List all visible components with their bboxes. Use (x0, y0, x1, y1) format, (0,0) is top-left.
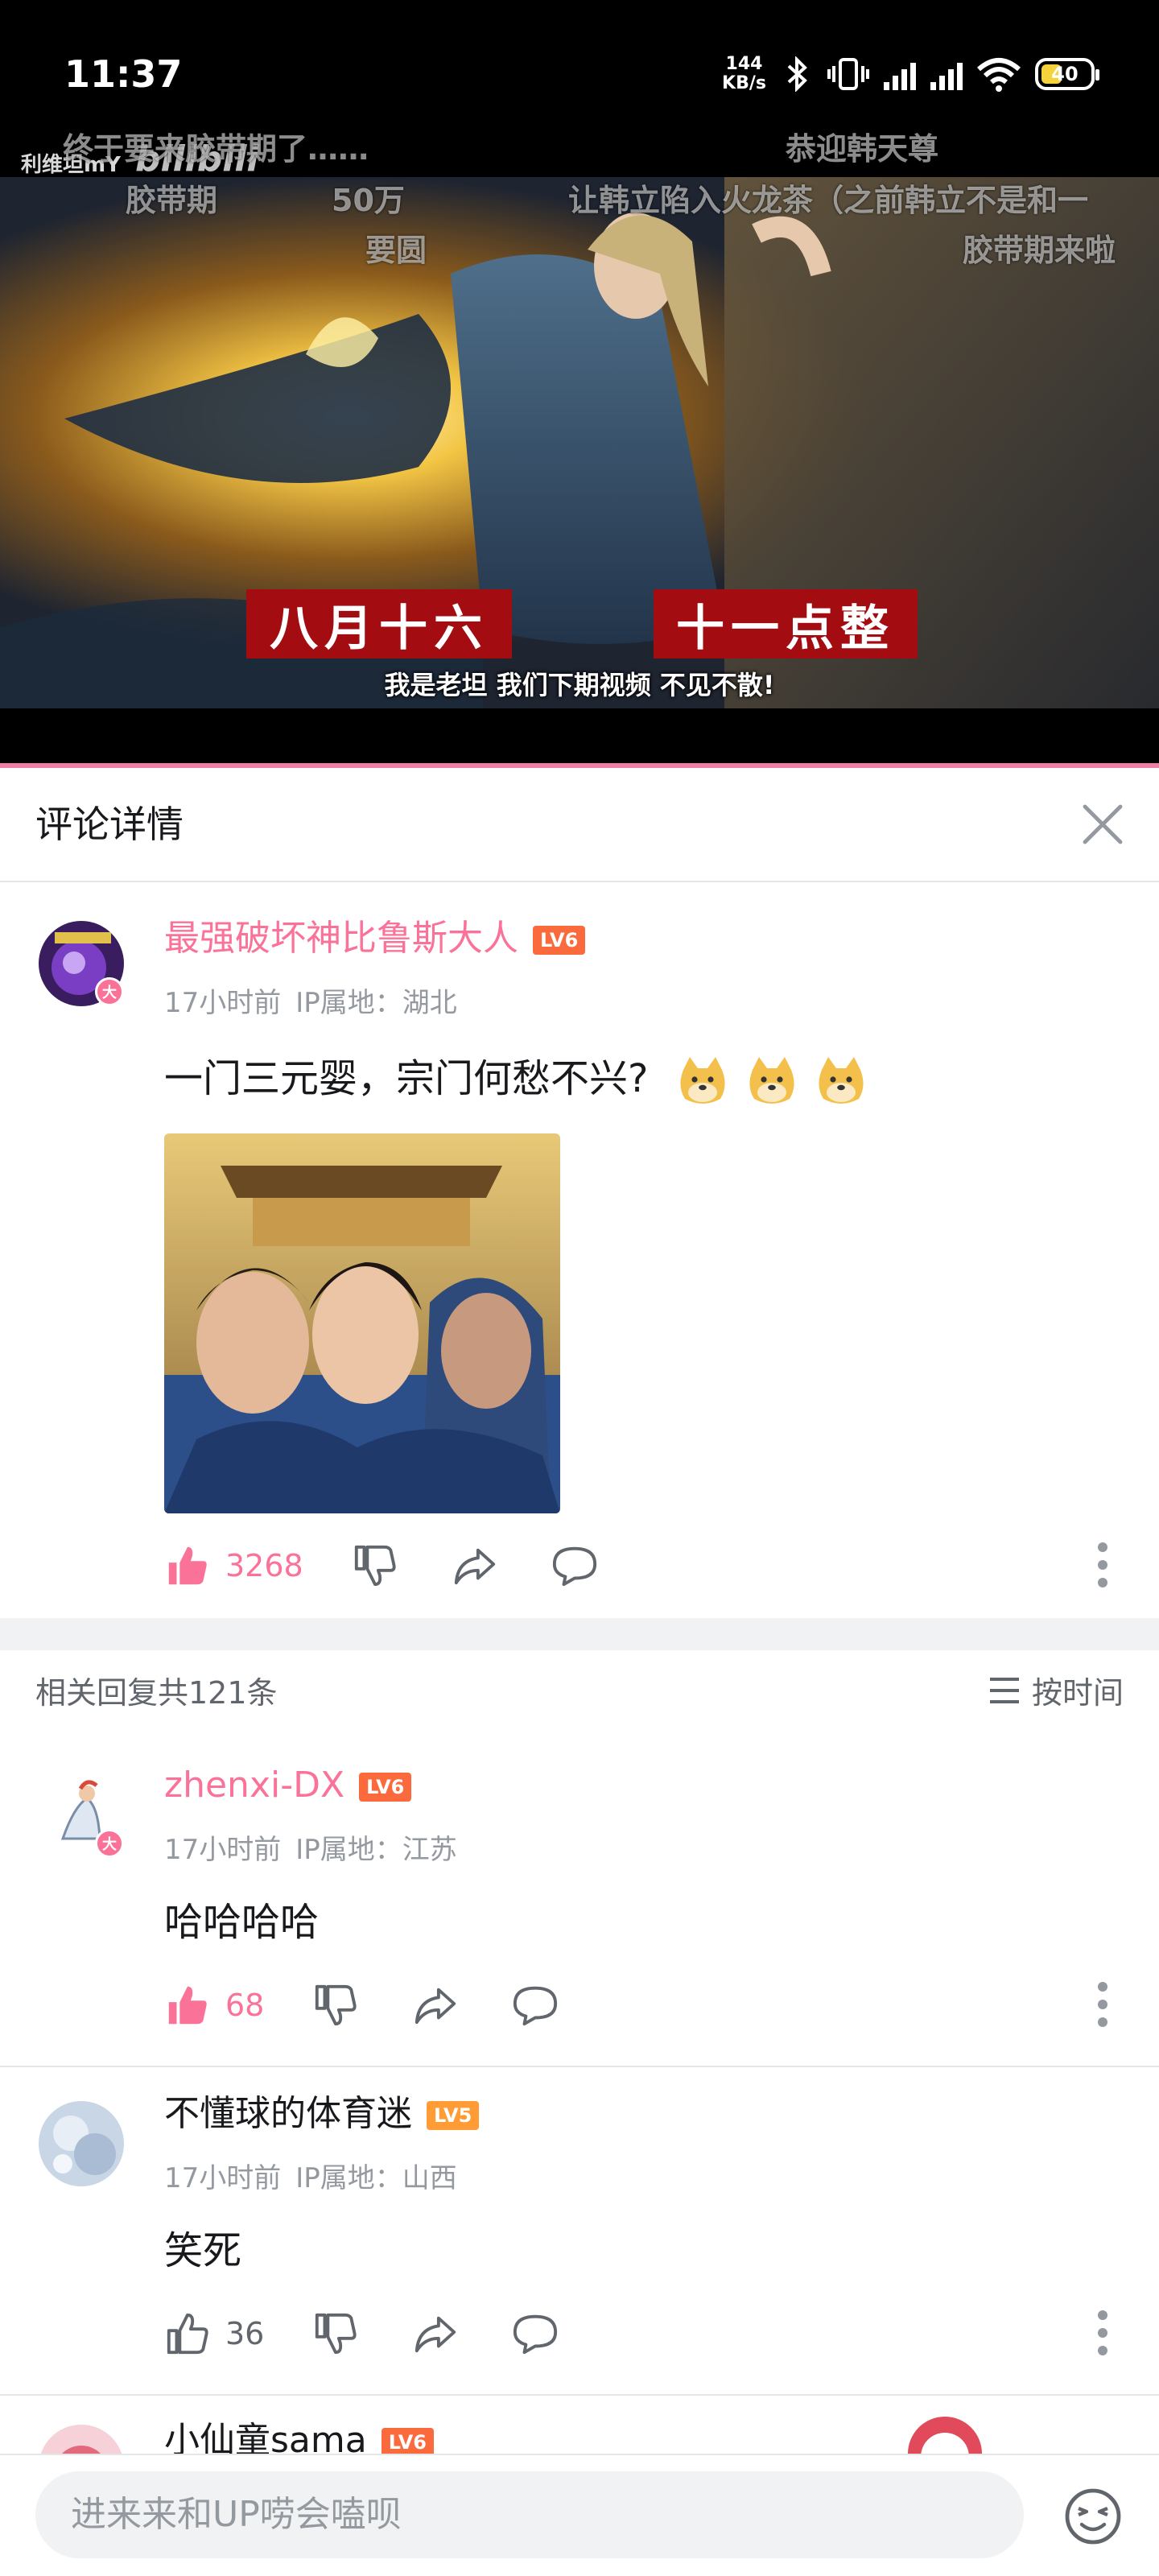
vip-badge: 大 (95, 977, 124, 1006)
comment-detail-header: 评论详情 (0, 768, 1159, 882)
status-icons: 144 KB/s 40 (722, 50, 1099, 98)
reply-actions: 68 (164, 1977, 559, 2033)
reply-icon[interactable] (512, 2310, 559, 2357)
comment-input[interactable]: 进来来和UP唠会嗑呗 (35, 2471, 1024, 2558)
danmaku: 胶带期来啦 (963, 233, 1116, 268)
comment-meta: 17小时前 IP属地：湖北 (164, 987, 457, 1019)
danmaku: 恭迎韩天尊 (786, 131, 939, 167)
reply-divider (0, 2066, 1159, 2067)
comment-actions: 3268 (164, 1538, 598, 1594)
level-badge: LV6 (533, 926, 586, 955)
avatar[interactable] (39, 2101, 124, 2186)
video-player[interactable]: 利维坦mY bilibili 终于要来胶带期了…… 恭迎韩天尊 胶带期 50万 … (0, 121, 1159, 765)
reply-username[interactable]: zhenxi-DX LV6 (164, 1763, 412, 1808)
reply-meta: 17小时前 IP属地：山西 (164, 2162, 457, 2194)
reply-text: 笑死 (164, 2228, 242, 2273)
comment-input-bar: 进来来和UP唠会嗑呗 (0, 2454, 1159, 2576)
sort-button[interactable]: 按时间 (987, 1668, 1124, 1712)
doge-emote (680, 1057, 725, 1104)
like-button[interactable]: 68 (164, 1982, 264, 2029)
list-icon (989, 1677, 1019, 1703)
level-badge: LV5 (427, 2101, 480, 2130)
signal-hd-icon (884, 58, 916, 90)
dislike-icon[interactable] (312, 1982, 359, 2029)
reply-count: 相关回复共121条 (35, 1675, 278, 1711)
date-banner-right: 十一点整 (654, 589, 918, 658)
emoji-face-icon[interactable] (1062, 2486, 1124, 2547)
share-icon[interactable] (412, 2310, 459, 2357)
level-badge: LV6 (381, 2428, 434, 2457)
comment-text: 一门三元婴，宗门何愁不兴? (164, 1053, 868, 1108)
doge-emote (749, 1057, 794, 1104)
comment-username[interactable]: 最强破坏神比鲁斯大人 LV6 (164, 916, 586, 961)
reply-text: 哈哈哈哈 (164, 1900, 320, 1945)
comment-image[interactable] (164, 1133, 560, 1513)
dislike-icon[interactable] (312, 2310, 359, 2357)
bluetooth-icon (787, 56, 807, 92)
page-title: 评论详情 (35, 803, 184, 846)
reply-icon[interactable] (512, 1982, 559, 2029)
wifi-icon (977, 58, 1021, 92)
reply-actions: 36 (164, 2306, 559, 2362)
vibrate-icon (827, 58, 869, 90)
vip-badge: 大 (95, 1829, 124, 1858)
level-badge: LV6 (359, 1773, 412, 1802)
decoration-sticker (908, 2417, 982, 2460)
thumb-up-icon (167, 2313, 208, 2355)
video-subtitle: 我是老坦 我们下期视频 不见不散! (384, 670, 775, 700)
danmaku: 终于要来胶带期了…… (63, 131, 369, 167)
share-icon[interactable] (452, 1542, 498, 1589)
dislike-icon[interactable] (352, 1542, 398, 1589)
battery-icon: 40 (1035, 58, 1099, 90)
more-icon[interactable] (1095, 1977, 1111, 2033)
section-divider (0, 1618, 1159, 1650)
network-speed: 144 KB/s (722, 54, 766, 93)
like-button[interactable]: 3268 (164, 1542, 303, 1589)
doge-emote (819, 1057, 864, 1104)
status-bar: 11:37 144 KB/s 40 (0, 0, 1159, 121)
reply-username[interactable]: 不懂球的体育迷 LV5 (164, 2091, 480, 2136)
close-icon[interactable] (1079, 800, 1127, 848)
date-banner-left: 八月十六 (246, 589, 512, 658)
signal-hd-icon (930, 58, 963, 90)
danmaku: 胶带期 (126, 183, 218, 218)
status-time: 11:37 (64, 52, 183, 96)
thumb-up-icon (168, 1986, 207, 2025)
share-icon[interactable] (412, 1982, 459, 2029)
danmaku: 让韩立陷入火龙茶（之前韩立不是和一 (568, 183, 1089, 218)
reply-icon[interactable] (551, 1542, 598, 1589)
like-button[interactable]: 36 (164, 2310, 264, 2357)
reply-divider (0, 2394, 1159, 2396)
thumb-up-icon (168, 1546, 207, 1585)
reply-meta: 17小时前 IP属地：江苏 (164, 1834, 457, 1866)
danmaku: 要圆 (365, 233, 427, 268)
more-icon[interactable] (1095, 1538, 1111, 1594)
more-icon[interactable] (1095, 2306, 1111, 2362)
danmaku: 50万 (332, 183, 405, 218)
